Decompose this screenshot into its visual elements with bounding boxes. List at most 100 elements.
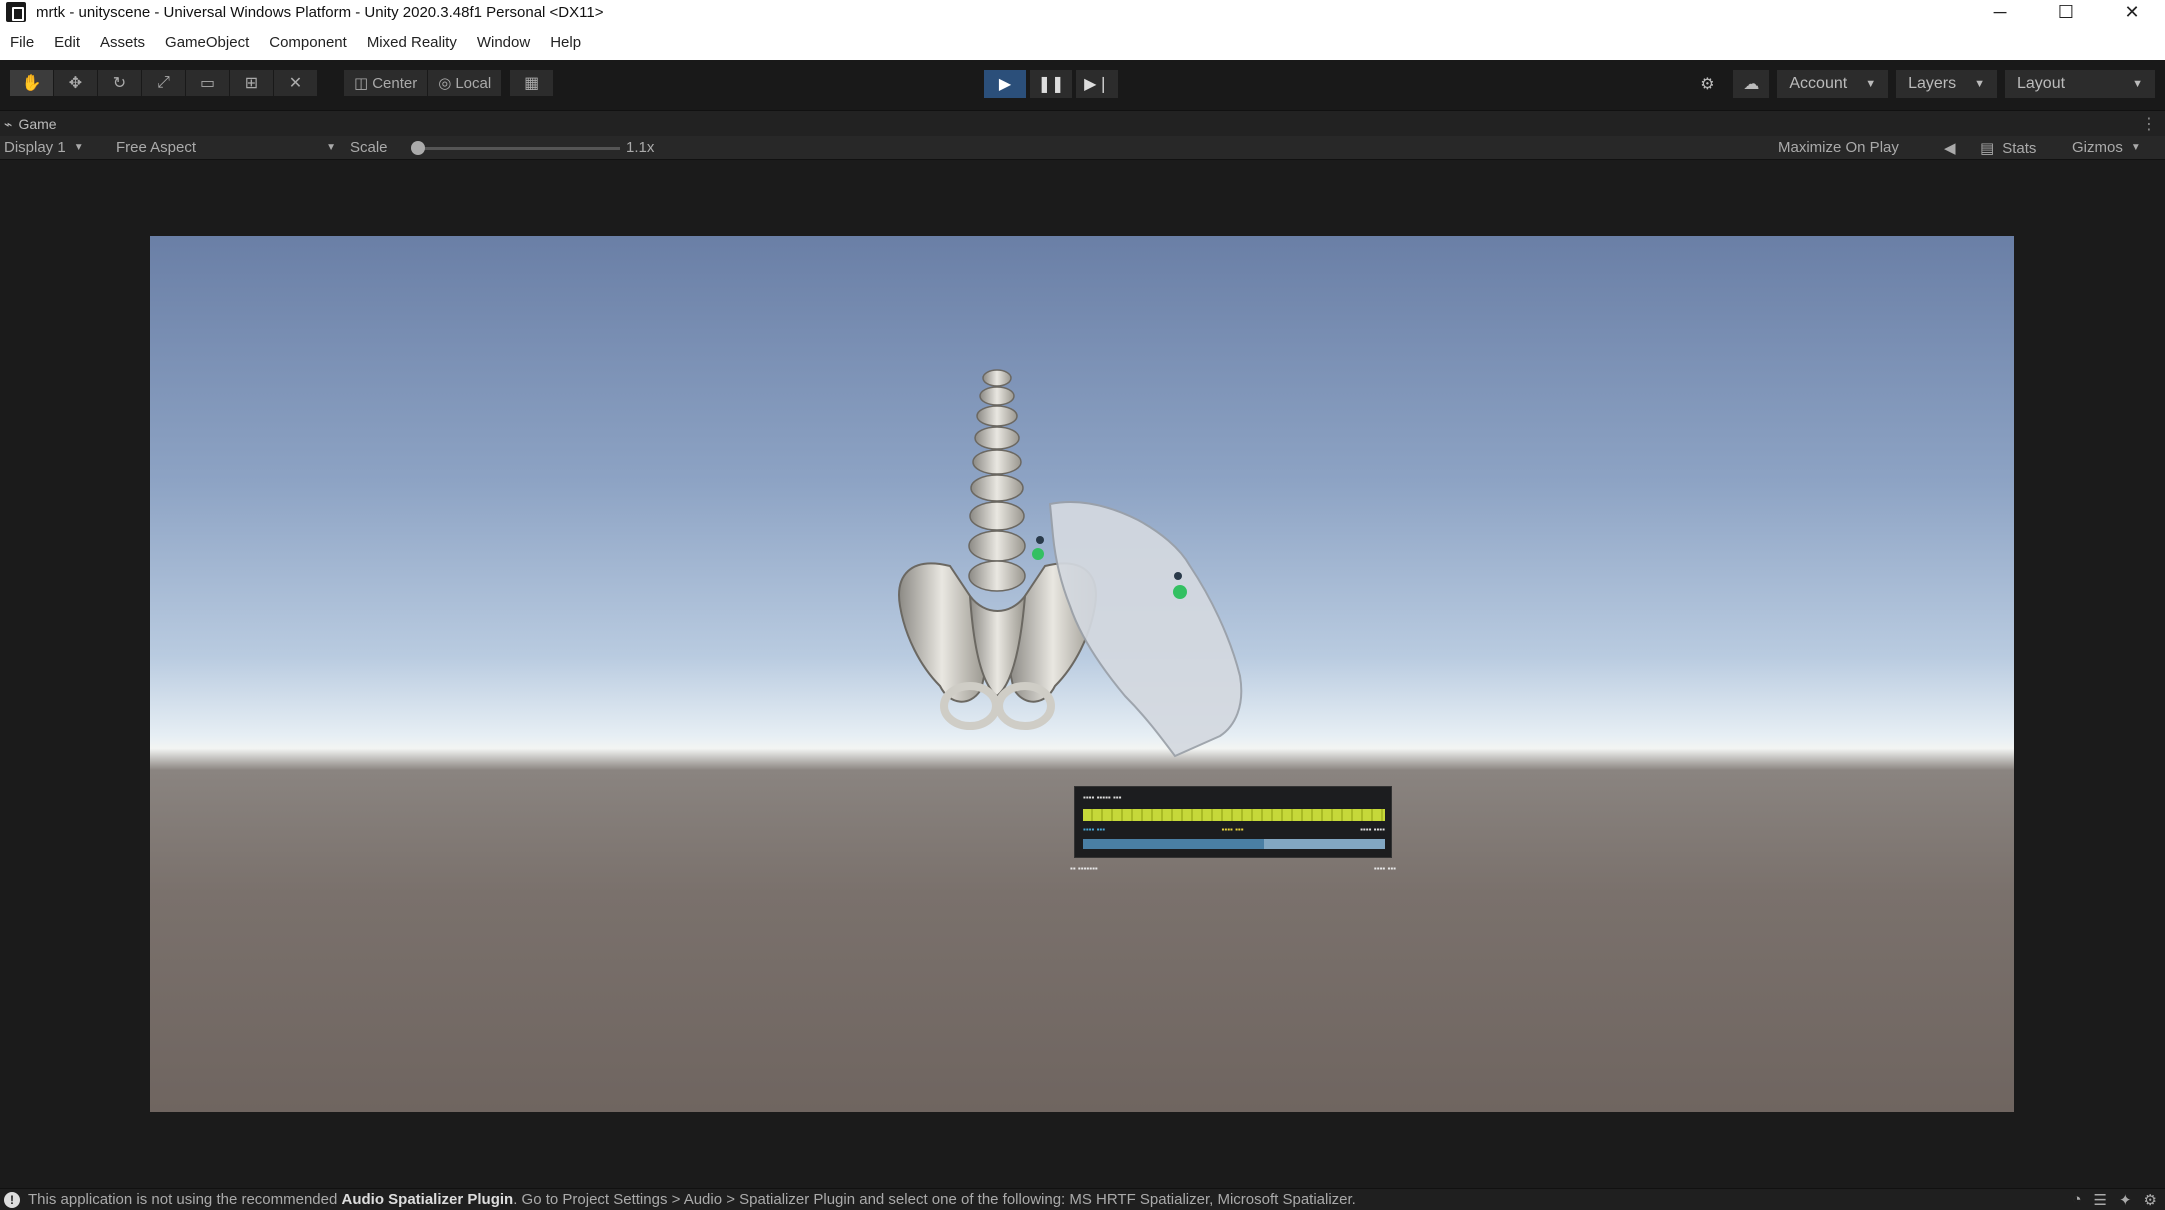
pivot-icon: ◫ — [354, 75, 369, 92]
playmode-controls: ▶ ❚❚ ▶❘ — [984, 70, 1118, 98]
cloud-icon[interactable]: ☁ — [1733, 70, 1770, 98]
tab-game[interactable]: ⌁ Game — [4, 113, 57, 135]
maximize-on-play-toggle[interactable]: Maximize On Play — [1778, 139, 1899, 156]
right-toolbar: ⚙ ☁ Account ▼ Layers ▼ Layout ▼ — [1689, 70, 2155, 98]
memory-peak-stat: ▪▪▪▪ ▪▪▪ — [1221, 825, 1244, 834]
chevron-down-icon: ▼ — [2132, 78, 2143, 90]
chevron-down-icon: ▼ — [326, 142, 336, 153]
info-icon: ! — [4, 1191, 20, 1208]
menu-mixed-reality[interactable]: Mixed Reality — [357, 34, 467, 51]
status-bold: Audio Spatializer Plugin — [341, 1191, 514, 1208]
display-dropdown[interactable]: Display 1 ▼ — [4, 139, 84, 156]
stats-toggle[interactable]: ▤ Stats — [1980, 139, 2037, 158]
close-button[interactable]: ✕ — [2099, 0, 2165, 24]
diagnostics-stats-row: ▪▪▪▪ ▪▪▪ ▪▪▪▪ ▪▪▪ ▪▪▪▪ ▪▪▪▪ — [1083, 825, 1385, 834]
status-prefix: This application is not using the recomm… — [28, 1191, 342, 1208]
unity-logo-icon — [6, 2, 26, 22]
status-icons: ◔ ☰ ✦ ⚙ — [2072, 1191, 2157, 1209]
stats-label: Stats — [2002, 139, 2037, 157]
window-title-bar: mrtk - unityscene - Universal Windows Pl… — [0, 0, 2165, 24]
layers-dropdown[interactable]: Layers ▼ — [1896, 70, 1997, 98]
memory-used-stat: ▪▪▪▪ ▪▪▪ — [1083, 825, 1106, 834]
move-tool-icon[interactable]: ✥ — [54, 70, 98, 96]
rect-tool-icon[interactable]: ▭ — [186, 70, 230, 96]
pivot-tools: ◫ Center ◎ Local ▦ — [344, 70, 555, 96]
display-label: Display 1 — [4, 139, 66, 156]
stats-icon: ▤ — [1980, 140, 1995, 157]
layers-label: Layers — [1908, 75, 1957, 92]
step-button[interactable]: ▶❘ — [1076, 70, 1118, 98]
diagnostics-footer-left: ▪▪ ▪▪▪▪▪▪▪ — [1070, 864, 1098, 873]
memory-bar — [1083, 839, 1385, 849]
scale-slider-handle[interactable] — [411, 141, 425, 155]
play-button[interactable]: ▶ — [984, 70, 1026, 98]
window-title: mrtk - unityscene - Universal Windows Pl… — [36, 3, 604, 21]
collab-icon[interactable]: ⚙ — [1689, 70, 1725, 98]
aspect-label: Free Aspect — [116, 139, 197, 156]
space-label: Local — [455, 74, 492, 92]
game-viewport[interactable]: ▪▪▪▪ ▪▪▪▪▪ ▪▪▪ ▪▪▪▪ ▪▪▪ ▪▪▪▪ ▪▪▪ ▪▪▪▪ ▪▪… — [150, 236, 2014, 1112]
console-status-bar[interactable]: ! This application is not using the reco… — [0, 1188, 2165, 1210]
chevron-down-icon: ▼ — [73, 142, 84, 153]
account-label: Account — [1789, 75, 1848, 92]
scale-slider-track[interactable] — [420, 147, 620, 150]
rotate-tool-icon[interactable]: ↻ — [98, 70, 142, 96]
diagnostics-footer: ▪▪ ▪▪▪▪▪▪▪ ▪▪▪▪ ▪▪▪ — [1070, 864, 1396, 873]
aspect-dropdown[interactable]: Free Aspect ▼ — [116, 139, 336, 156]
frame-rate-bar — [1083, 809, 1385, 821]
layout-label: Layout — [2017, 75, 2066, 92]
menu-edit[interactable]: Edit — [44, 34, 90, 51]
memory-limit-stat: ▪▪▪▪ ▪▪▪▪ — [1360, 825, 1385, 834]
grid-snap-icon[interactable]: ▦ — [510, 70, 555, 96]
chevron-down-icon: ▼ — [1974, 78, 1985, 90]
menu-gameobject[interactable]: GameObject — [155, 34, 259, 51]
window-controls: ─ ☐ ✕ — [1967, 0, 2165, 24]
menu-assets[interactable]: Assets — [90, 34, 155, 51]
scale-label: Scale — [350, 139, 388, 156]
pivot-center-toggle[interactable]: ◫ Center — [344, 70, 429, 96]
minimize-button[interactable]: ─ — [1967, 0, 2033, 24]
scale-tool-icon[interactable]: ⤢ — [142, 70, 186, 96]
chevron-down-icon: ▼ — [2130, 142, 2141, 153]
local-space-icon: ◎ — [438, 75, 452, 92]
progress-icon[interactable]: ◔ — [2072, 1191, 2081, 1209]
layout-dropdown[interactable]: Layout ▼ — [2005, 70, 2155, 98]
menu-window[interactable]: Window — [467, 34, 540, 51]
cache-icon[interactable]: ☰ — [2094, 1191, 2107, 1209]
account-dropdown[interactable]: Account ▼ — [1777, 70, 1889, 98]
game-view: ▪▪▪▪ ▪▪▪▪▪ ▪▪▪ ▪▪▪▪ ▪▪▪ ▪▪▪▪ ▪▪▪ ▪▪▪▪ ▪▪… — [0, 160, 2165, 1188]
transform-tool-icon[interactable]: ⊞ — [230, 70, 274, 96]
fingertip-marker — [1036, 536, 1044, 544]
menu-component[interactable]: Component — [259, 34, 357, 51]
settings-icon[interactable]: ⚙ — [2144, 1191, 2157, 1209]
tab-options-icon[interactable]: ⋮ — [2141, 114, 2157, 134]
hand-model — [1032, 501, 1243, 758]
diagnostics-panel: ▪▪▪▪ ▪▪▪▪▪ ▪▪▪ ▪▪▪▪ ▪▪▪ ▪▪▪▪ ▪▪▪ ▪▪▪▪ ▪▪… — [1074, 786, 1392, 858]
game-tab-bar: ⌁ Game ⋮ — [0, 110, 2165, 136]
tab-game-label: Game — [18, 116, 57, 132]
menu-file[interactable]: File — [0, 34, 44, 51]
diagnostics-header: ▪▪▪▪ ▪▪▪▪▪ ▪▪▪ — [1083, 793, 1122, 802]
status-message: This application is not using the recomm… — [28, 1191, 2028, 1208]
debug-icon[interactable]: ✦ — [2119, 1191, 2132, 1209]
fingertip-marker — [1174, 572, 1182, 580]
scale-value: 1.1x — [626, 139, 655, 156]
transform-tools: ✋ ✥ ↻ ⤢ ▭ ⊞ ✕ — [10, 70, 318, 96]
custom-tool-icon[interactable]: ✕ — [274, 70, 318, 96]
chevron-down-icon: ▼ — [1865, 78, 1877, 90]
status-suffix: . Go to Project Settings > Audio > Spati… — [513, 1191, 1356, 1208]
gizmos-dropdown[interactable]: Gizmos ▼ — [2072, 139, 2141, 156]
maximize-button[interactable]: ☐ — [2033, 0, 2099, 24]
gizmos-label: Gizmos — [2072, 139, 2123, 156]
pivot-label: Center — [372, 74, 418, 92]
hand-tool-icon[interactable]: ✋ — [10, 70, 54, 96]
diagnostics-footer-right: ▪▪▪▪ ▪▪▪ — [1373, 864, 1396, 873]
pivot-local-toggle[interactable]: ◎ Local — [428, 70, 503, 96]
menu-help[interactable]: Help — [540, 34, 591, 51]
fingertip-marker — [1032, 548, 1044, 560]
pause-button[interactable]: ❚❚ — [1030, 70, 1072, 98]
menu-bar: File Edit Assets GameObject Component Mi… — [0, 24, 2165, 60]
mute-audio-icon[interactable]: ◀ — [1944, 139, 1956, 157]
maximize-label: Maximize On Play — [1778, 139, 1899, 156]
fingertip-marker — [1173, 585, 1187, 599]
